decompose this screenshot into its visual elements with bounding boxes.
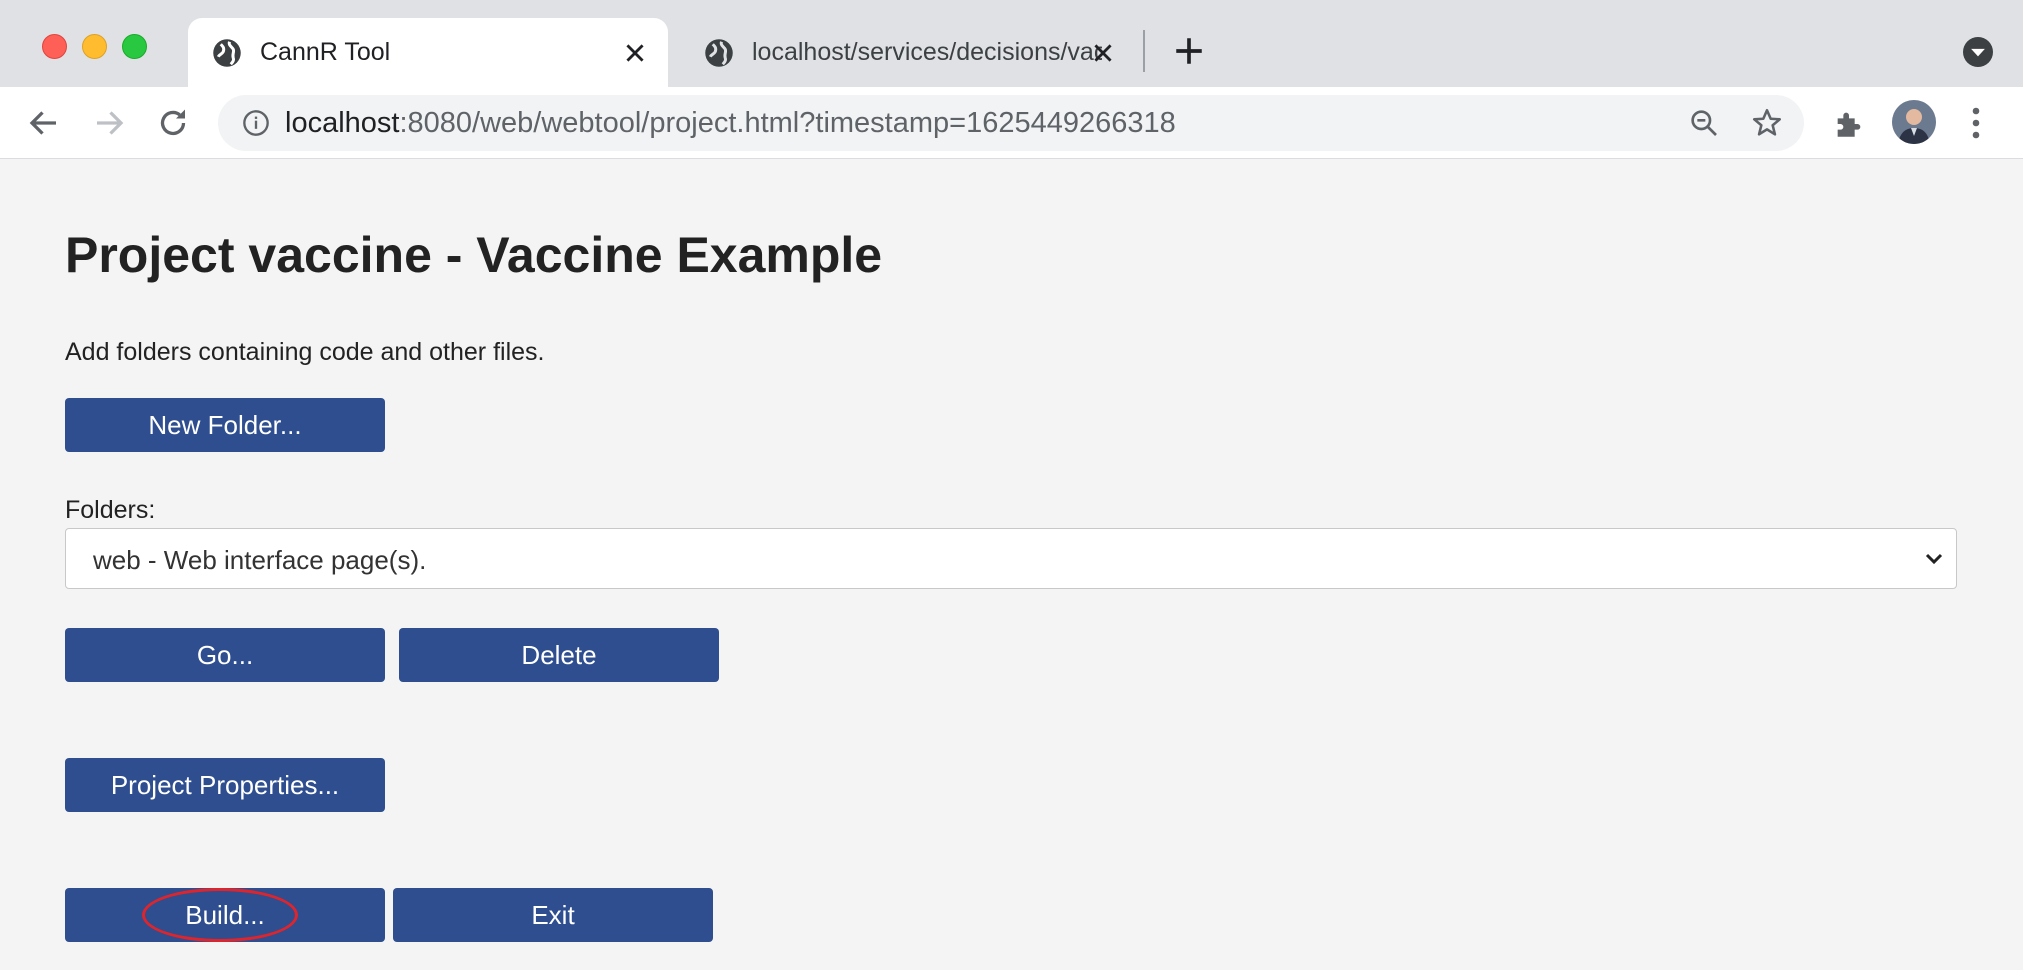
window-close-button[interactable] xyxy=(42,34,67,59)
avatar[interactable] xyxy=(1892,100,1936,144)
back-arrow-icon[interactable] xyxy=(26,105,62,141)
exit-button[interactable]: Exit xyxy=(393,888,713,942)
chevron-down-icon xyxy=(1925,553,1943,565)
window-minimize-button[interactable] xyxy=(82,34,107,59)
url-host: localhost xyxy=(285,107,400,139)
tab-decisions-service[interactable]: localhost/services/decisions/vaccine xyxy=(680,18,1140,87)
browser-toolbar: localhost:8080/web/webtool/project.html?… xyxy=(0,87,2023,159)
go-button[interactable]: Go... xyxy=(65,628,385,682)
browser-tab-bar: CannR Tool localhost/services/decisions/… xyxy=(0,0,2023,87)
url-text[interactable]: localhost:8080/web/webtool/project.html?… xyxy=(285,107,1176,140)
reload-icon[interactable] xyxy=(155,105,191,141)
address-bar[interactable]: localhost:8080/web/webtool/project.html?… xyxy=(218,95,1804,151)
tab-search-chevron-icon[interactable] xyxy=(1963,37,1993,67)
info-icon[interactable] xyxy=(242,109,270,137)
close-icon[interactable] xyxy=(1090,40,1116,66)
window-maximize-button[interactable] xyxy=(122,34,147,59)
globe-icon xyxy=(213,39,241,67)
globe-icon xyxy=(705,39,733,67)
profile-photo-icon xyxy=(1892,100,1936,144)
bookmark-star-icon[interactable] xyxy=(1750,106,1784,140)
page-title: Project vaccine - Vaccine Example xyxy=(65,227,883,283)
close-icon[interactable] xyxy=(622,40,648,66)
folders-select[interactable]: web - Web interface page(s). xyxy=(65,528,1957,589)
tab-separator xyxy=(1143,30,1145,72)
extensions-puzzle-icon[interactable] xyxy=(1832,107,1866,141)
more-vertical-icon[interactable] xyxy=(1966,105,1986,141)
new-tab-plus-icon[interactable] xyxy=(1172,34,1206,68)
zoom-out-icon[interactable] xyxy=(1688,107,1720,139)
tab-title: localhost/services/decisions/vaccine xyxy=(752,38,1102,66)
build-button[interactable]: Build... xyxy=(65,888,385,942)
folders-label: Folders: xyxy=(65,496,156,524)
tab-title: CannR Tool xyxy=(260,38,391,66)
new-folder-button[interactable]: New Folder... xyxy=(65,398,385,452)
tab-cannr-tool[interactable]: CannR Tool xyxy=(188,18,668,87)
delete-button[interactable]: Delete xyxy=(399,628,719,682)
project-properties-button[interactable]: Project Properties... xyxy=(65,758,385,812)
intro-text: Add folders containing code and other fi… xyxy=(65,338,545,366)
url-path: :8080/web/webtool/project.html?timestamp… xyxy=(399,107,1176,139)
folders-select-value: web - Web interface page(s). xyxy=(93,545,427,575)
forward-arrow-icon[interactable] xyxy=(91,105,127,141)
